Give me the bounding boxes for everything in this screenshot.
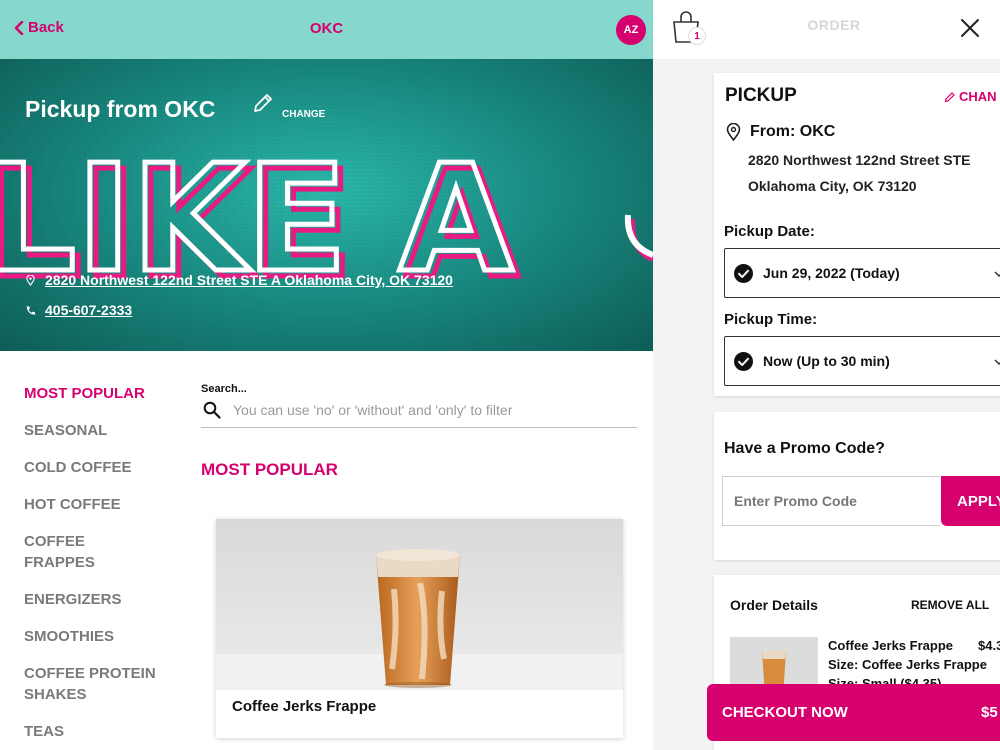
- change-location-link[interactable]: CHANGE: [282, 109, 325, 120]
- remove-all-button[interactable]: REMOVE ALL: [911, 598, 989, 612]
- pencil-icon[interactable]: [251, 91, 275, 115]
- promo-panel: Have a Promo Code? APPLY: [714, 412, 1000, 560]
- search-label: Search...: [201, 383, 247, 395]
- pickup-from-row: From: OKC: [725, 123, 835, 141]
- category-smoothies[interactable]: SMOOTHIES: [24, 626, 184, 647]
- pickup-address-line1: 2820 Northwest 122nd Street STE: [748, 152, 971, 168]
- category-hot-coffee[interactable]: HOT COFFEE: [24, 494, 184, 515]
- order-header: 1 ORDER: [653, 0, 1000, 59]
- product-image: [216, 519, 623, 690]
- checkout-total: $5: [981, 704, 998, 721]
- menu-search: Search...: [201, 383, 637, 428]
- pickup-heading: PICKUP: [725, 85, 797, 106]
- category-coffee-protein-shakes[interactable]: COFFEE PROTEIN SHAKES: [24, 663, 169, 705]
- location-pin-icon: [726, 123, 741, 141]
- cart-item-price: $4.3: [978, 638, 1000, 653]
- category-coffee-frappes[interactable]: COFFEE FRAPPES: [24, 531, 124, 573]
- pickup-time-label: Pickup Time:: [724, 311, 818, 328]
- order-drawer: 1 ORDER PICKUP CHAN From: OKC 2820 North…: [653, 0, 1000, 750]
- store-address-row: 2820 Northwest 122nd Street STE A Oklaho…: [25, 272, 453, 288]
- menu-pane: Back OKC AZ LIKE A LIKE A Pickup from OK…: [0, 0, 653, 750]
- category-energizers[interactable]: ENERGIZERS: [24, 589, 184, 610]
- category-cold-coffee[interactable]: COLD COFFEE: [24, 457, 184, 478]
- checkout-label: CHECKOUT NOW: [722, 704, 848, 721]
- location-pin-icon: [26, 274, 35, 286]
- store-phone-link[interactable]: 405-607-2333: [45, 302, 132, 318]
- store-hero: LIKE A LIKE A Pickup from OKC CHANGE 282…: [0, 59, 653, 351]
- pickup-from-label: From: OKC: [750, 123, 836, 140]
- checkout-button[interactable]: CHECKOUT NOW $5: [707, 684, 1000, 741]
- product-card[interactable]: Coffee Jerks Frappe: [216, 519, 623, 738]
- order-details-heading: Order Details: [730, 597, 818, 613]
- pickup-panel: PICKUP CHAN From: OKC 2820 Northwest 122…: [714, 73, 1000, 396]
- pickup-address-line2: Oklahoma City, OK 73120: [748, 178, 917, 194]
- pickup-date-select[interactable]: Jun 29, 2022 (Today): [724, 248, 1000, 298]
- page-title: OKC: [309, 20, 344, 37]
- search-icon: [203, 401, 221, 419]
- pickup-date-label: Pickup Date:: [724, 223, 815, 240]
- promo-code-input[interactable]: [722, 476, 940, 526]
- section-title: MOST POPULAR: [201, 460, 338, 479]
- order-title: ORDER: [807, 17, 861, 33]
- search-input[interactable]: [233, 402, 623, 418]
- check-circle-icon: [734, 263, 753, 283]
- pickup-time-value: Now (Up to 30 min): [763, 353, 890, 369]
- pickup-date-value: Jun 29, 2022 (Today): [763, 265, 900, 281]
- top-bar: Back OKC AZ: [0, 0, 653, 59]
- store-address-link[interactable]: 2820 Northwest 122nd Street STE A Oklaho…: [45, 272, 453, 288]
- category-teas[interactable]: TEAS: [24, 721, 184, 742]
- check-circle-icon: [734, 351, 753, 371]
- pickup-time-select[interactable]: Now (Up to 30 min): [724, 336, 1000, 386]
- cart-item-size: Size: Coffee Jerks Frappe: [828, 657, 987, 672]
- apply-promo-button[interactable]: APPLY: [941, 476, 1000, 526]
- pickup-location-title: Pickup from OKC: [25, 96, 216, 122]
- category-nav: MOST POPULAR SEASONAL COLD COFFEE HOT CO…: [24, 383, 184, 750]
- avatar[interactable]: AZ: [616, 15, 646, 45]
- store-phone-row: 405-607-2333: [25, 302, 132, 318]
- close-icon[interactable]: [959, 17, 981, 39]
- pencil-icon: [944, 91, 955, 102]
- category-seasonal[interactable]: SEASONAL: [24, 420, 184, 441]
- chevron-down-icon: [994, 271, 1000, 278]
- product-name: Coffee Jerks Frappe: [232, 698, 377, 715]
- promo-heading: Have a Promo Code?: [724, 440, 885, 457]
- chevron-down-icon: [994, 359, 1000, 366]
- change-pickup-label: CHAN: [959, 89, 997, 104]
- search-box: [201, 401, 637, 428]
- change-pickup-link[interactable]: CHAN: [944, 89, 997, 104]
- phone-icon: [26, 305, 36, 315]
- category-most-popular[interactable]: MOST POPULAR: [24, 383, 184, 404]
- cart-item-name: Coffee Jerks Frappe: [828, 638, 953, 653]
